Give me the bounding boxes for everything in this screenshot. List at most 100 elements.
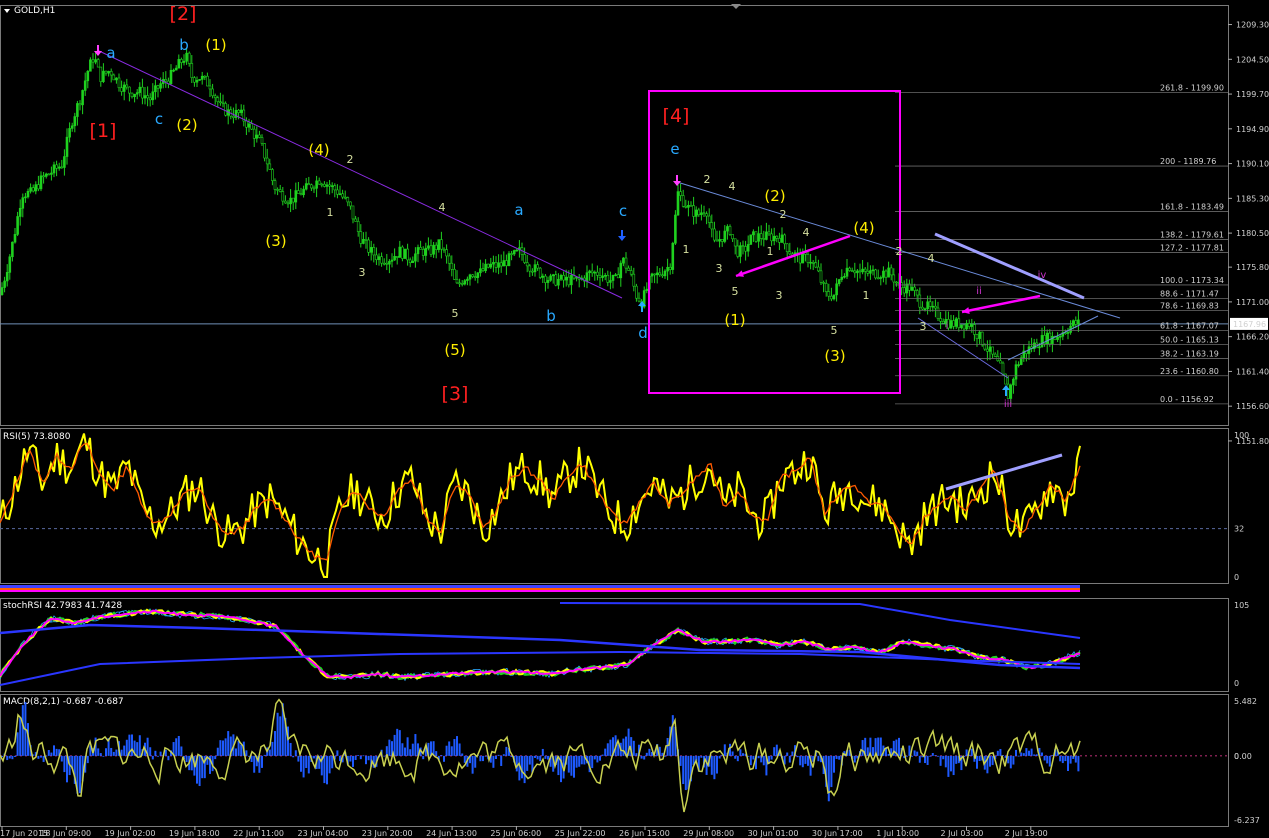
macd-hist-bar <box>567 755 570 773</box>
candle-body <box>156 85 160 89</box>
candle-body <box>884 270 888 278</box>
candle-body <box>1038 346 1041 349</box>
macd-hist-bar <box>268 749 271 756</box>
candle-body <box>284 200 287 204</box>
macd-hist-bar <box>539 755 542 762</box>
macd-hist-bar <box>937 755 939 757</box>
candle-body <box>29 187 32 192</box>
wave-label-minor: 2 <box>704 173 711 186</box>
candle-body <box>1001 362 1005 375</box>
candle-body <box>502 260 506 267</box>
candle-body <box>736 245 740 257</box>
macd-hist-bar <box>357 755 360 756</box>
macd-hist-bar <box>495 755 497 759</box>
candle-body <box>988 346 992 352</box>
macd-hist-bar <box>1025 748 1028 756</box>
candle-body <box>1040 335 1044 348</box>
candle-body <box>874 269 877 279</box>
candle-body <box>515 249 519 252</box>
macd-hist-bar <box>484 755 487 757</box>
candle-body <box>1012 378 1015 386</box>
macd-hist-bar <box>684 755 687 791</box>
candle-body <box>934 305 937 309</box>
candle-body <box>96 59 100 68</box>
candle-body <box>424 247 428 256</box>
macd-hist-bar <box>978 755 981 761</box>
candle-body <box>830 295 833 300</box>
candle-body <box>481 268 485 272</box>
macd-hist-bar <box>323 755 326 784</box>
macd-hist-bar <box>1035 754 1038 756</box>
candle-body <box>957 318 961 328</box>
wave-label-yellow: (2) <box>764 187 785 205</box>
candle-body <box>453 269 456 280</box>
macd-hist-bar <box>609 739 612 756</box>
candle-body <box>258 134 261 138</box>
strip-bar <box>0 588 1080 590</box>
candle-body <box>18 207 22 217</box>
candle-body <box>52 164 56 174</box>
candle-body <box>44 173 48 177</box>
down-arrow-icon <box>618 230 626 241</box>
macd-hist-bar <box>534 755 536 758</box>
macd-hist-bar <box>866 747 869 756</box>
candle-body <box>260 137 264 144</box>
candle-body <box>359 231 363 244</box>
candle-body <box>653 273 656 276</box>
wave-label-minor: 4 <box>439 201 446 214</box>
candle-body <box>788 251 792 255</box>
candle-body <box>499 262 503 267</box>
candle-body <box>393 256 396 261</box>
candle-body <box>1056 336 1059 340</box>
candle-body <box>206 75 209 87</box>
candle-body <box>247 123 251 128</box>
macd-hist-bar <box>479 755 482 762</box>
candle-body <box>687 205 690 208</box>
candle-body <box>585 272 589 282</box>
wave-label-blue: c <box>155 110 163 128</box>
macd-hist-bar <box>604 748 607 756</box>
candle-body <box>362 239 365 244</box>
macd-hist-bar <box>679 755 682 766</box>
candle-body <box>853 270 857 274</box>
trading-chart-canvas[interactable]: 261.8 - 1199.90 200 - 1189.76 161.8 - 1183… <box>0 0 1269 838</box>
candle-body <box>432 244 435 255</box>
macd-hist-bar <box>773 747 776 756</box>
macd-hist-bar <box>167 755 170 761</box>
fib-level-label: 61.8 - 1167.07 <box>1160 321 1219 330</box>
macd-hist-bar <box>996 750 999 756</box>
candle-body <box>778 237 781 243</box>
macd-hist-bar <box>435 751 438 756</box>
candle-body <box>419 247 422 250</box>
macd-hist-bar <box>791 751 794 756</box>
candle-body <box>55 164 58 169</box>
candle-body <box>993 353 997 357</box>
macd-hist-bar <box>838 755 841 760</box>
wave-label-blue: d <box>638 324 648 342</box>
candle-body <box>182 60 186 63</box>
candle-body <box>710 222 714 230</box>
macd-hist-bar <box>175 738 178 756</box>
macd-hist-bar <box>1028 750 1030 756</box>
wave-label-yellow: (2) <box>176 116 197 134</box>
macd-hist-bar <box>180 746 183 756</box>
candle-body <box>700 212 703 216</box>
candle-body <box>442 248 446 251</box>
time-tick-label: 2 Jul 19:00 <box>1005 829 1048 838</box>
macd-hist-bar <box>224 738 227 756</box>
candle-body <box>785 243 789 253</box>
candle-body <box>354 218 357 222</box>
macd-hist-bar <box>1048 755 1051 767</box>
macd-hist-bar <box>138 735 141 756</box>
candle-body <box>414 253 417 262</box>
wave-label-yellow: (1) <box>724 311 745 329</box>
panel-frame <box>0 5 1229 426</box>
time-tick-label: 24 Jun 13:00 <box>426 829 477 838</box>
candle-body <box>557 278 560 286</box>
macd-hist-bar <box>523 755 526 784</box>
macd-hist-bar <box>879 737 882 756</box>
candle-body <box>476 272 480 278</box>
macd-hist-bar <box>596 755 599 763</box>
macd-hist-bar <box>14 755 16 757</box>
macd-hist-bar <box>63 755 66 773</box>
